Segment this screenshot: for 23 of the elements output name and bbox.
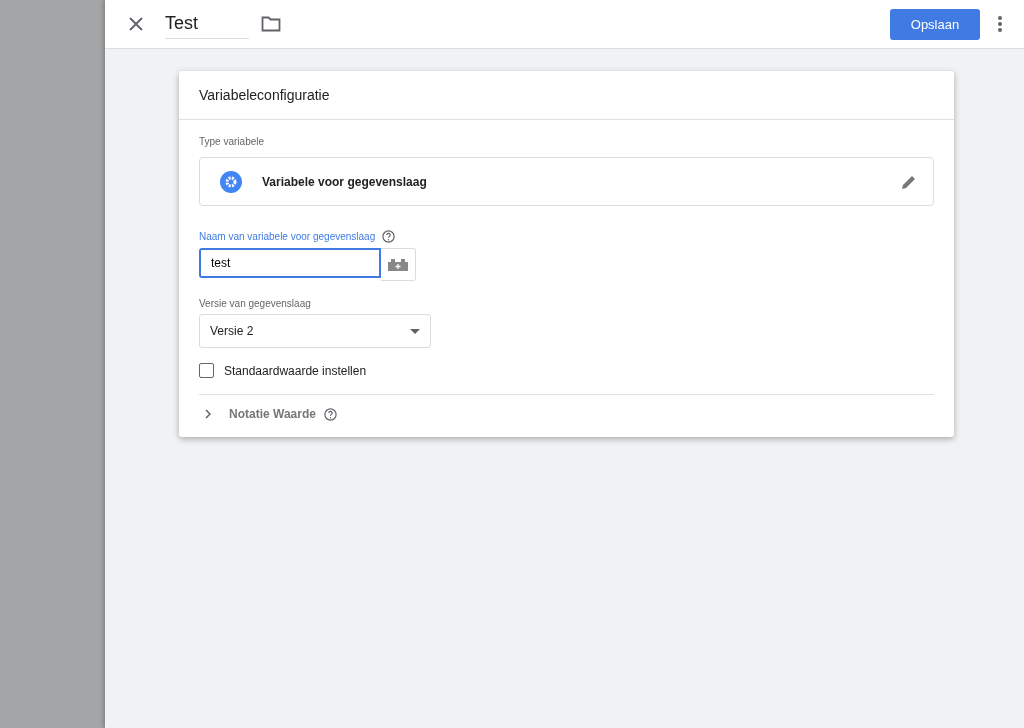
blocks-plus-icon bbox=[388, 258, 408, 271]
settings-icon bbox=[220, 170, 242, 193]
checkbox-label: Standaardwaarde instellen bbox=[224, 363, 367, 378]
dropdown-arrow-icon bbox=[410, 328, 420, 334]
section-header[interactable]: Notatie Waarde bbox=[229, 407, 316, 421]
variable-type-selector[interactable]: Variabele voor gegevenslaag bbox=[199, 157, 934, 206]
chevron-icon[interactable] bbox=[205, 409, 211, 419]
checkbox[interactable] bbox=[199, 363, 214, 378]
insert-variable-button[interactable] bbox=[381, 248, 416, 281]
more-icon[interactable] bbox=[998, 16, 1002, 32]
close-icon[interactable] bbox=[127, 15, 145, 33]
folder-icon[interactable] bbox=[261, 16, 281, 32]
edit-icon[interactable] bbox=[901, 173, 917, 190]
help-icon[interactable] bbox=[323, 407, 337, 421]
field-label: Naam van variabele voor gegevenslaag bbox=[199, 231, 376, 242]
version-dropdown[interactable]: Versie 2 bbox=[199, 314, 431, 348]
field-label: Type variabele bbox=[199, 136, 266, 147]
help-icon[interactable] bbox=[382, 230, 396, 243]
variable-name-field[interactable]: test bbox=[199, 248, 381, 278]
variable-type-name: Variabele voor gegevenslaag bbox=[262, 174, 427, 189]
save-button[interactable]: Opslaan bbox=[890, 8, 980, 40]
card-title: Variabeleconfiguratie bbox=[179, 71, 954, 120]
field-label: Versie van gegevenslaag bbox=[199, 298, 312, 309]
